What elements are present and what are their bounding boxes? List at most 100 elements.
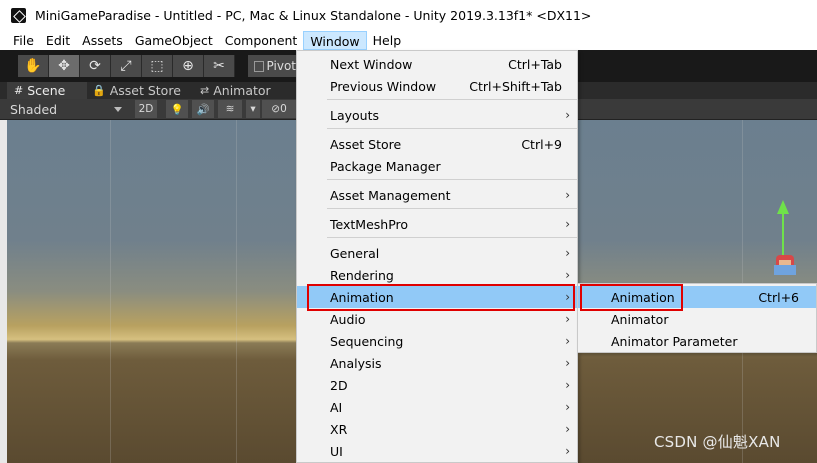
audio-icon[interactable]: 🔊	[192, 100, 214, 118]
eye-slash-icon: ⊘	[271, 103, 281, 115]
menu-item-sequencing[interactable]: Sequencing ›	[297, 330, 577, 352]
item-shortcut: Ctrl+Tab	[508, 56, 562, 72]
menu-item-ui[interactable]: UI ›	[297, 440, 577, 462]
menu-item-asset-management[interactable]: Asset Management ›	[297, 184, 577, 206]
item-label: Animator Parameter	[611, 333, 738, 349]
menu-window[interactable]: Window	[303, 30, 367, 50]
menu-edit[interactable]: Edit	[40, 31, 76, 50]
item-label: AI	[330, 399, 343, 415]
chevron-right-icon: ›	[565, 312, 570, 326]
menu-separator	[327, 237, 577, 238]
item-label: TextMeshPro	[330, 216, 409, 232]
submenu-item-animator-parameter[interactable]: Animator Parameter	[578, 330, 816, 352]
item-shortcut: Ctrl+9	[521, 136, 562, 152]
y-axis-arrow-icon[interactable]	[777, 200, 789, 214]
character-sprite[interactable]	[770, 253, 800, 279]
hidden-objects-toggle[interactable]: ⊘ 0	[262, 100, 296, 118]
menu-item-layouts[interactable]: Layouts ›	[297, 104, 577, 126]
chevron-right-icon: ›	[565, 400, 570, 414]
scene-tab-icon: #	[14, 84, 24, 97]
item-label: General	[330, 245, 380, 261]
lighting-icon[interactable]: 💡	[166, 100, 188, 118]
window-title: MiniGameParadise - Untitled - PC, Mac & …	[35, 7, 592, 23]
menu-item-audio[interactable]: Audio ›	[297, 308, 577, 330]
menu-item-2d[interactable]: 2D ›	[297, 374, 577, 396]
menu-item-xr[interactable]: XR ›	[297, 418, 577, 440]
menu-item-previous-window[interactable]: Previous Window Ctrl+Shift+Tab	[297, 75, 577, 97]
title-bar: MiniGameParadise - Untitled - PC, Mac & …	[0, 0, 817, 30]
item-shortcut: Ctrl+Shift+Tab	[469, 78, 562, 94]
item-label: Analysis	[330, 355, 382, 371]
item-label: Sequencing	[330, 333, 404, 349]
menu-item-analysis[interactable]: Analysis ›	[297, 352, 577, 374]
menu-separator	[327, 99, 577, 100]
sprite-body	[774, 265, 796, 275]
menu-help[interactable]: Help	[367, 31, 408, 50]
unity-logo-icon	[11, 7, 26, 23]
tab-asset-store[interactable]: 🔒 Asset Store	[92, 82, 192, 99]
rotate-tool-icon[interactable]: ⟳	[80, 55, 111, 77]
submenu-item-animator[interactable]: Animator	[578, 308, 816, 330]
item-label: Audio	[330, 311, 366, 327]
menu-separator	[327, 179, 577, 180]
move-tool-icon[interactable]: ✥	[49, 55, 80, 77]
chevron-right-icon: ›	[565, 108, 570, 122]
hidden-count: 0	[280, 103, 287, 115]
chevron-right-icon: ›	[565, 422, 570, 436]
window-menu: Next Window Ctrl+Tab Previous Window Ctr…	[296, 50, 578, 463]
shading-mode-value: Shaded	[10, 101, 58, 117]
menu-file[interactable]: File	[7, 31, 40, 50]
item-label: XR	[330, 421, 348, 437]
annotation-box-animation-window	[580, 284, 683, 311]
menu-item-package-manager[interactable]: Package Manager	[297, 155, 577, 177]
menu-item-ai[interactable]: AI ›	[297, 396, 577, 418]
pivot-icon	[254, 60, 264, 72]
chevron-right-icon: ›	[565, 188, 570, 202]
menu-gameobject[interactable]: GameObject	[129, 31, 219, 50]
item-label: UI	[330, 443, 343, 459]
hand-tool-icon[interactable]: ✋	[18, 55, 49, 77]
menu-bar: File Edit Assets GameObject Component Wi…	[0, 30, 817, 50]
effects-dropdown-icon[interactable]: ▾	[246, 100, 260, 118]
dropdown-arrow-icon	[114, 107, 122, 112]
menu-separator	[327, 208, 577, 209]
transform-tools: ✋ ✥ ⟳ ⤢ ⬚ ⊕ ✂	[18, 55, 235, 77]
grid-line	[236, 120, 237, 463]
tab-animator[interactable]: ⇄ Animator	[200, 82, 296, 99]
chevron-right-icon: ›	[565, 378, 570, 392]
menu-component[interactable]: Component	[219, 31, 304, 50]
item-label: Previous Window	[330, 78, 437, 94]
lock-icon: 🔒	[92, 84, 106, 97]
tab-animator-label: Animator	[213, 83, 271, 98]
item-label: Layouts	[330, 107, 380, 123]
left-edge-strip	[0, 120, 7, 463]
chevron-right-icon: ›	[565, 217, 570, 231]
menu-assets[interactable]: Assets	[76, 31, 129, 50]
menu-item-general[interactable]: General ›	[297, 242, 577, 264]
pivot-toggle[interactable]: Pivot	[248, 55, 296, 77]
animator-tab-icon: ⇄	[200, 84, 210, 97]
menu-separator	[327, 128, 577, 129]
transform-tool-icon[interactable]: ⊕	[173, 55, 204, 77]
mode-2d-toggle[interactable]: 2D	[135, 100, 157, 118]
menu-item-rendering[interactable]: Rendering ›	[297, 264, 577, 286]
tab-scene-label: Scene	[27, 83, 66, 98]
item-label: Next Window	[330, 56, 413, 72]
shading-mode-dropdown[interactable]: Shaded	[6, 100, 128, 118]
tab-asset-store-label: Asset Store	[109, 83, 181, 98]
scale-tool-icon[interactable]: ⤢	[111, 55, 142, 77]
pivot-label: Pivot	[266, 59, 296, 73]
custom-tool-icon[interactable]: ✂	[204, 55, 235, 77]
menu-item-textmeshpro[interactable]: TextMeshPro ›	[297, 213, 577, 235]
watermark: CSDN @仙魁XAN	[654, 433, 781, 451]
tab-scene[interactable]: # Scene	[7, 82, 87, 99]
item-label: Rendering	[330, 267, 394, 283]
chevron-right-icon: ›	[565, 268, 570, 282]
effects-icon[interactable]: ≋	[218, 100, 242, 118]
menu-item-next-window[interactable]: Next Window Ctrl+Tab	[297, 53, 577, 75]
menu-item-asset-store[interactable]: Asset Store Ctrl+9	[297, 133, 577, 155]
chevron-right-icon: ›	[565, 356, 570, 370]
grid-line	[110, 120, 111, 463]
rect-tool-icon[interactable]: ⬚	[142, 55, 173, 77]
item-label: Asset Management	[330, 187, 451, 203]
